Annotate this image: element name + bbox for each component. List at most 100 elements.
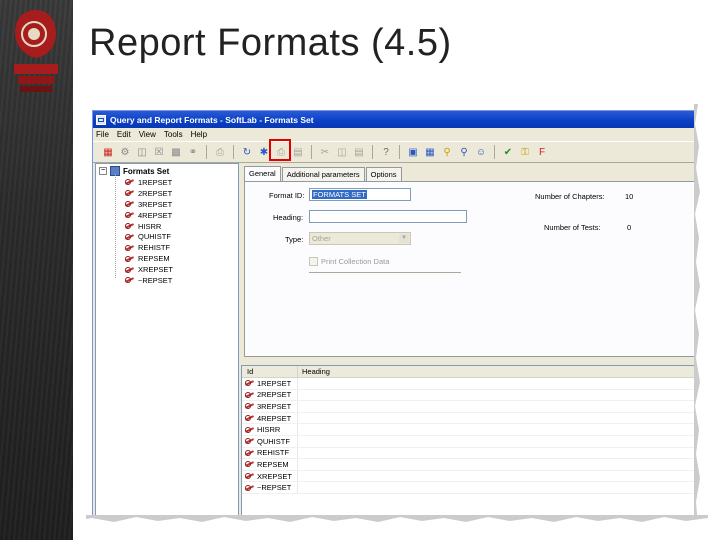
menu-edit[interactable]: Edit	[117, 130, 131, 139]
column-header-heading[interactable]: Heading	[298, 366, 697, 377]
wrench-icon	[245, 449, 255, 456]
properties-icon[interactable]: ⚙	[118, 145, 132, 159]
tab-strip: General Additional parameters Options	[244, 166, 403, 182]
save-icon[interactable]: ▩	[169, 145, 183, 159]
chevron-down-icon[interactable]: ▼	[399, 234, 409, 243]
menu-view[interactable]: View	[139, 130, 156, 139]
tree-item-label: REPSEM	[138, 254, 170, 264]
toolbar: ▦ ⚙ ◫ ☒ ▩ ⚭ ⎙ ↻ ✱ ⎙ ▤ ✂ ◫ ▤ ? ▣ ▦ ⚲ ⚲ ☺ …	[93, 141, 698, 163]
copy-icon[interactable]: ◫	[135, 145, 149, 159]
row-heading	[298, 390, 697, 401]
format-id-field[interactable]: FORMATS SET	[309, 188, 411, 201]
wrench-icon	[245, 415, 255, 422]
formats-list[interactable]: Id Heading 1REPSET 2REPSET 3REPSET 4REPS…	[241, 365, 698, 519]
tree-item-label: 4REPSET	[138, 210, 173, 220]
slide-title: Report Formats (4.5)	[89, 22, 452, 64]
tab-options[interactable]: Options	[365, 167, 402, 182]
tree-item[interactable]: 3REPSET	[125, 199, 173, 210]
tree-item[interactable]: ~REPSET	[125, 275, 173, 286]
list-row[interactable]: REHISTF	[242, 447, 697, 460]
heading-label: Heading:	[273, 213, 304, 222]
list-row[interactable]: HISRR	[242, 424, 697, 436]
tree-item-label: ~REPSET	[138, 275, 173, 285]
tree-item[interactable]: 2REPSET	[125, 188, 173, 199]
copy-doc-icon[interactable]: ◫	[335, 145, 349, 159]
tree-item-label: HISRR	[138, 221, 162, 231]
tree-item[interactable]: REHISTF	[125, 242, 173, 253]
list-row[interactable]: XREPSET	[242, 470, 697, 483]
structure-icon[interactable]: ▦	[423, 145, 437, 159]
chapters-label: Number of Chapters:	[535, 192, 605, 201]
tree-connector	[115, 174, 116, 278]
heading-field[interactable]	[309, 210, 467, 223]
format-id-value: FORMATS SET	[312, 190, 367, 199]
tree-item[interactable]: QUHISTF	[125, 231, 173, 242]
binoculars-icon[interactable]: ⚭	[186, 145, 200, 159]
cut-icon[interactable]: ✂	[318, 145, 332, 159]
wrench-icon	[245, 426, 255, 433]
menu-file[interactable]: File	[96, 130, 109, 139]
tree-view-icon[interactable]: ▣	[406, 145, 420, 159]
tree-item-label: XREPSET	[138, 265, 174, 275]
search-icon[interactable]: ⚲	[440, 145, 454, 159]
wrench-icon	[125, 179, 135, 186]
collapse-icon[interactable]: −	[99, 167, 107, 175]
export-icon[interactable]: ⎙	[213, 145, 227, 159]
check-icon[interactable]: ✔	[501, 145, 515, 159]
list-row[interactable]: QUHISTF	[242, 435, 697, 448]
row-heading	[298, 424, 697, 435]
cell-id: 2REPSET	[242, 389, 298, 401]
list-row[interactable]: 3REPSET	[242, 401, 697, 413]
row-id: QUHISTF	[257, 436, 290, 446]
wrench-icon	[245, 473, 255, 480]
toolbar-separator	[233, 145, 234, 159]
new-icon[interactable]: ▦	[101, 145, 115, 159]
list-row[interactable]: 1REPSET	[242, 378, 697, 390]
cell-id: HISRR	[242, 424, 298, 435]
refresh-icon[interactable]: ↻	[240, 145, 254, 159]
delete-icon[interactable]: ☒	[152, 145, 166, 159]
main-area: − Formats Set 1REPSET 2REPSET 3REPSET 4R…	[95, 163, 698, 519]
tests-label: Number of Tests:	[544, 223, 601, 232]
tab-additional-parameters[interactable]: Additional parameters	[281, 167, 365, 182]
type-select[interactable]: Other ▼	[309, 232, 411, 245]
print-collection-checkbox[interactable]	[309, 257, 318, 266]
tree-pane[interactable]: − Formats Set 1REPSET 2REPSET 3REPSET 4R…	[95, 163, 239, 519]
tree-item[interactable]: XREPSET	[125, 264, 173, 275]
help-icon[interactable]: ?	[379, 145, 393, 159]
tree-item-label: QUHISTF	[138, 232, 171, 242]
tree-item[interactable]: HISRR	[125, 221, 173, 232]
zoom-icon[interactable]: ⚲	[457, 145, 471, 159]
tree-item[interactable]: 4REPSET	[125, 210, 173, 221]
list-row[interactable]: ~REPSET	[242, 482, 697, 494]
tree-root-label: Formats Set	[123, 166, 170, 176]
list-body: 1REPSET 2REPSET 3REPSET 4REPSET HISRR QU…	[242, 378, 697, 494]
row-id: XREPSET	[257, 471, 293, 481]
wrench-icon	[125, 190, 135, 197]
tree-root[interactable]: − Formats Set	[99, 166, 169, 176]
print-preview-icon[interactable]: ▤	[291, 145, 305, 159]
slide-side-strip	[0, 0, 73, 540]
wrench-icon	[125, 233, 135, 240]
column-header-id[interactable]: Id	[242, 366, 298, 377]
tree-item[interactable]: 1REPSET	[125, 177, 173, 188]
type-label: Type:	[285, 235, 304, 244]
cell-id: REHISTF	[242, 447, 298, 459]
cell-id: XREPSET	[242, 470, 298, 482]
window-titlebar[interactable]: Query and Report Formats - SoftLab - For…	[93, 111, 698, 128]
tab-general[interactable]: General	[244, 166, 281, 181]
menu-tools[interactable]: Tools	[164, 130, 183, 139]
row-id: REHISTF	[257, 448, 290, 458]
user-icon[interactable]: ☺	[474, 145, 488, 159]
list-row[interactable]: REPSEM	[242, 459, 697, 471]
key-icon[interactable]: ⚿	[518, 145, 532, 159]
list-row[interactable]: 2REPSET	[242, 389, 697, 402]
toolbar-separator	[399, 145, 400, 159]
university-logo	[14, 10, 58, 92]
menu-help[interactable]: Help	[191, 130, 207, 139]
paste-icon[interactable]: ▤	[352, 145, 366, 159]
list-row[interactable]: 4REPSET	[242, 412, 697, 425]
format-icon[interactable]: F	[535, 145, 549, 159]
format-id-label: Format ID:	[269, 191, 305, 200]
tree-item[interactable]: REPSEM	[125, 253, 173, 264]
